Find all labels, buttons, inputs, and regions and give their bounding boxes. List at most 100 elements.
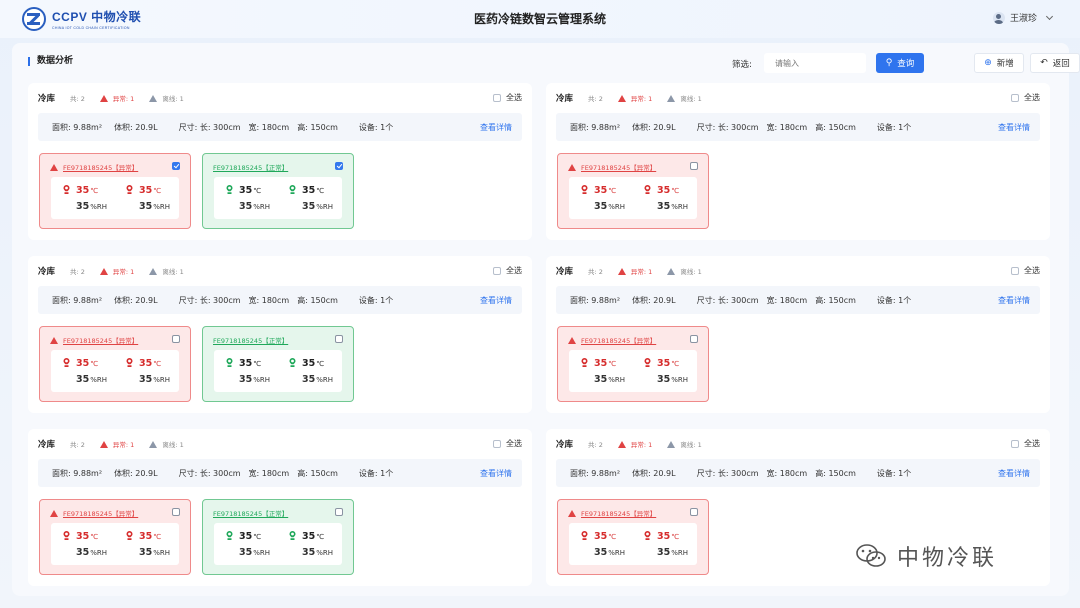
filter-label: 筛选:: [732, 60, 752, 70]
user-menu[interactable]: 王淑珍: [992, 11, 1054, 24]
back-button[interactable]: ↶ 返回: [1030, 53, 1080, 73]
size-length: 尺寸: 长: 300cm: [178, 122, 241, 132]
view-detail-link[interactable]: 查看详情: [480, 295, 512, 306]
device-checkbox[interactable]: [172, 335, 180, 343]
device-id-link[interactable]: FE9718185245【异常】: [581, 508, 656, 518]
temperature-reading: 35 ℃: [226, 357, 261, 369]
filter-input[interactable]: [764, 53, 866, 73]
select-all-checkbox[interactable]: 全选: [493, 92, 522, 103]
temperature-reading: 35 ℃: [226, 184, 261, 196]
humidity-reading: 35 %RH: [302, 201, 334, 212]
device-id-link[interactable]: FE9718185245【正常】: [213, 335, 288, 345]
warning-icon: [99, 94, 108, 102]
device-id-link[interactable]: FE9718185245【异常】: [63, 162, 138, 172]
device-card-abnormal[interactable]: FE9718185245【异常】 35 ℃ 35 ℃ 35 %RH 35 %RH: [557, 153, 709, 229]
device-count: 设备: 1个: [358, 468, 394, 478]
humidity-reading: 35 %RH: [76, 201, 108, 212]
device-id-link[interactable]: FE9718185245【异常】: [581, 162, 656, 172]
select-all-checkbox[interactable]: 全选: [1011, 265, 1040, 276]
card-title: 冷库: [38, 267, 56, 277]
device-card-abnormal[interactable]: FE9718185245【异常】 35 ℃ 35 ℃ 35 %RH 35 %RH: [557, 499, 709, 575]
device-card-abnormal[interactable]: FE9718185245【异常】 35 ℃ 35 ℃ 35 %RH 35 %RH: [39, 326, 191, 402]
device-count: 设备: 1个: [876, 295, 912, 305]
storage-info: 面积: 9.88m² 体积: 20.9L 尺寸: 长: 300cm 宽: 180…: [556, 459, 1040, 487]
warning-icon: [617, 440, 626, 448]
warning-icon: [617, 94, 626, 102]
storage-info: 面积: 9.88m² 体积: 20.9L 尺寸: 长: 300cm 宽: 180…: [38, 459, 522, 487]
checkbox-icon: [1011, 93, 1019, 102]
view-detail-link[interactable]: 查看详情: [998, 295, 1030, 306]
humidity-reading: 35 %RH: [302, 374, 334, 385]
user-name: 王淑珍: [1009, 14, 1037, 24]
device-checkbox[interactable]: [335, 508, 343, 516]
warning-icon: [50, 163, 58, 171]
thermometer-icon: [63, 531, 70, 540]
device-checkbox[interactable]: [690, 335, 698, 343]
view-detail-link[interactable]: 查看详情: [998, 468, 1030, 479]
device-checkbox[interactable]: [172, 162, 180, 170]
warning-icon: [568, 163, 576, 171]
device-checkbox[interactable]: [690, 508, 698, 516]
device-checkbox[interactable]: [335, 162, 343, 170]
area-value: 面积: 9.88m²: [570, 122, 621, 132]
thermometer-icon: [126, 531, 133, 540]
select-all-checkbox[interactable]: 全选: [1011, 438, 1040, 449]
size-height: 高: 150cm: [297, 122, 338, 132]
size-width: 宽: 180cm: [248, 468, 290, 478]
query-button[interactable]: ⚲ 查询: [876, 53, 924, 73]
humidity-reading: 35 %RH: [594, 201, 626, 212]
device-card-normal[interactable]: FE9718185245【正常】 35 ℃ 35 ℃ 35 %RH 35 %RH: [202, 153, 354, 229]
add-button[interactable]: ⊕ 新增: [974, 53, 1024, 73]
wechat-icon: [856, 544, 886, 567]
offline-icon: [149, 267, 158, 275]
view-detail-link[interactable]: 查看详情: [480, 468, 512, 479]
select-all-checkbox[interactable]: 全选: [493, 438, 522, 449]
warning-icon: [50, 509, 58, 517]
abnormal-count: 异常: 1: [99, 93, 134, 103]
select-all-checkbox[interactable]: 全选: [493, 265, 522, 276]
main-panel: 数据分析 筛选: ⚲ 查询 ⊕ 新增 ↶ 返回 冷库 共: 2 异常: 1 离线…: [12, 43, 1080, 596]
device-card-normal[interactable]: FE9718185245【正常】 35 ℃ 35 ℃ 35 %RH 35 %RH: [202, 499, 354, 575]
device-card-normal[interactable]: FE9718185245【正常】 35 ℃ 35 ℃ 35 %RH 35 %RH: [202, 326, 354, 402]
volume-value: 体积: 20.9L: [632, 468, 676, 478]
humidity-reading: 35 %RH: [657, 201, 689, 212]
device-id-link[interactable]: FE9718185245【异常】: [581, 335, 656, 345]
device-id-link[interactable]: FE9718185245【正常】: [213, 508, 288, 518]
card-title: 冷库: [556, 94, 574, 104]
device-id-link[interactable]: FE9718185245【异常】: [63, 508, 138, 518]
thermometer-icon: [581, 185, 588, 194]
offline-count: 离线: 1: [149, 266, 184, 276]
total-count: 共: 2: [588, 95, 603, 103]
device-count: 设备: 1个: [876, 468, 912, 478]
thermometer-icon: [289, 185, 296, 194]
humidity-reading: 35 %RH: [139, 547, 171, 558]
device-card-abnormal[interactable]: FE9718185245【异常】 35 ℃ 35 ℃ 35 %RH 35 %RH: [39, 499, 191, 575]
watermark-text: 中物冷联: [897, 546, 998, 571]
device-checkbox[interactable]: [335, 335, 343, 343]
device-card-abnormal[interactable]: FE9718185245【异常】 35 ℃ 35 ℃ 35 %RH 35 %RH: [557, 326, 709, 402]
chevron-down-icon[interactable]: [1045, 12, 1054, 20]
temperature-reading: 35 ℃: [289, 184, 324, 196]
temperature-reading: 35 ℃: [289, 357, 324, 369]
thermometer-icon: [644, 531, 651, 540]
humidity-reading: 35 %RH: [302, 547, 334, 558]
device-checkbox[interactable]: [172, 508, 180, 516]
plus-circle-icon: ⊕: [984, 58, 992, 68]
select-all-checkbox[interactable]: 全选: [1011, 92, 1040, 103]
thermometer-icon: [644, 358, 651, 367]
device-id-link[interactable]: FE9718185245【异常】: [63, 335, 138, 345]
device-id-link[interactable]: FE9718185245【正常】: [213, 162, 288, 172]
view-detail-link[interactable]: 查看详情: [480, 122, 512, 133]
volume-value: 体积: 20.9L: [632, 295, 676, 305]
cold-storage-card: 冷库 共: 2 异常: 1 离线: 1 全选 面积: 9.88m² 体积: 20…: [546, 83, 1050, 240]
thermometer-icon: [63, 185, 70, 194]
view-detail-link[interactable]: 查看详情: [998, 122, 1030, 133]
thermometer-icon: [581, 358, 588, 367]
device-checkbox[interactable]: [690, 162, 698, 170]
humidity-reading: 35 %RH: [594, 547, 626, 558]
size-length: 尺寸: 长: 300cm: [696, 122, 759, 132]
device-card-abnormal[interactable]: FE9718185245【异常】 35 ℃ 35 ℃ 35 %RH 35 %RH: [39, 153, 191, 229]
thermometer-icon: [289, 531, 296, 540]
total-count: 共: 2: [588, 441, 603, 449]
offline-icon: [667, 440, 676, 448]
